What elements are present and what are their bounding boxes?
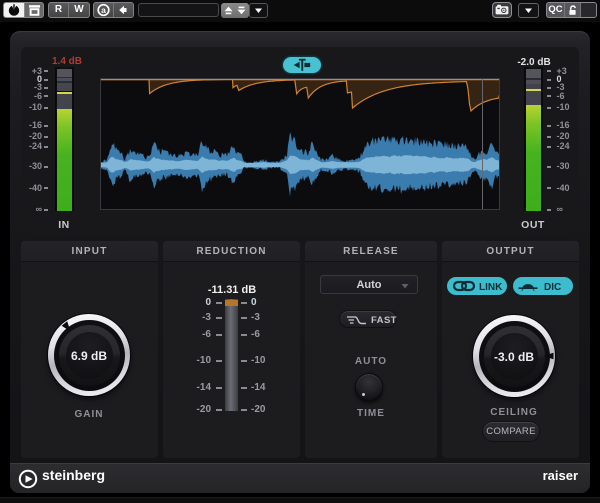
svg-text:a: a (101, 5, 106, 15)
svg-text:LINK: LINK (479, 282, 503, 293)
svg-text:DIC: DIC (544, 282, 561, 293)
